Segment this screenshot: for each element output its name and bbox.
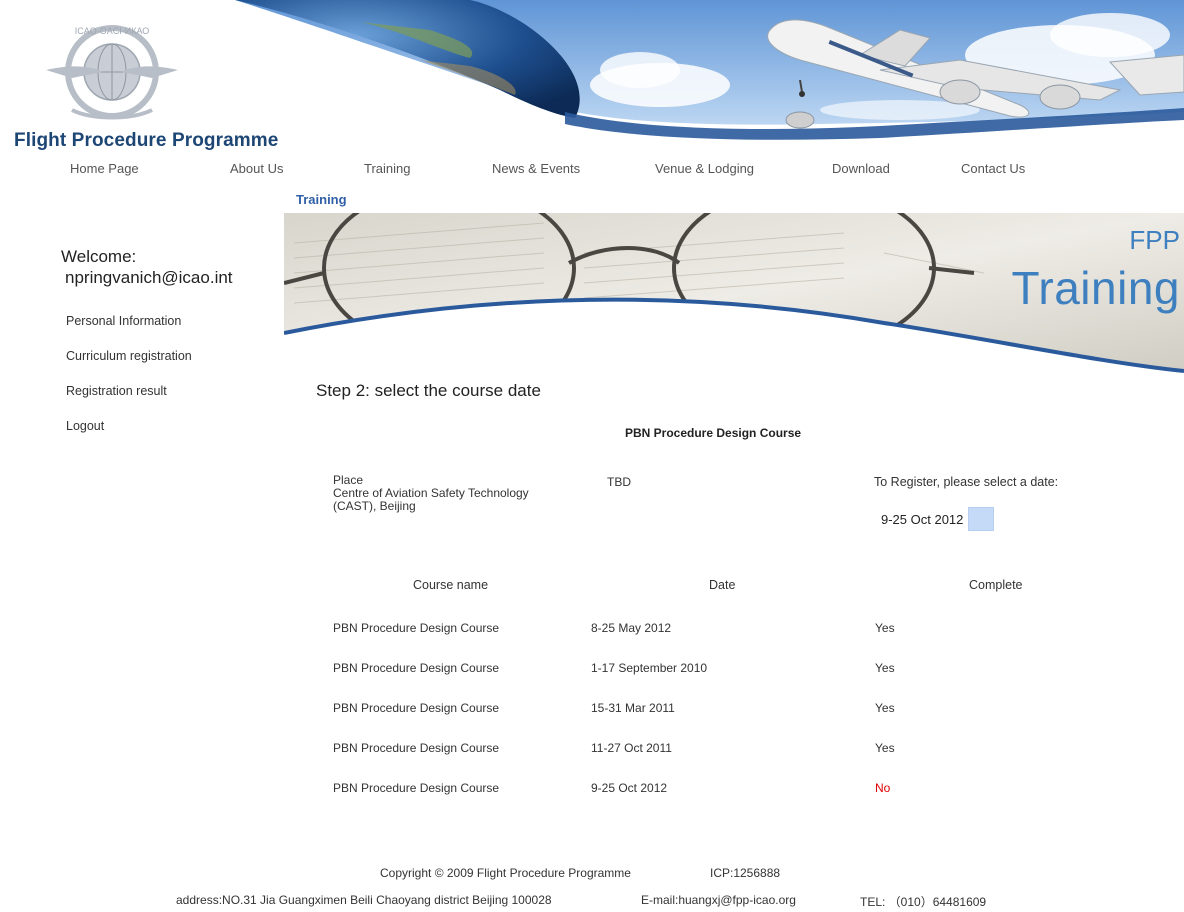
table-cell-course: PBN Procedure Design Course (333, 661, 500, 675)
table-header-course-name: Course name (413, 578, 489, 592)
sidebar-item-curriculum-registration[interactable]: Curriculum registration (66, 349, 192, 363)
user-email: npringvanich@icao.int (65, 268, 233, 287)
banner-training-text: Training (1011, 262, 1180, 314)
site-title: Flight Procedure Programme (14, 130, 279, 151)
icao-logo: ICAO·OACI·ИКАО (46, 25, 178, 120)
date-option-label[interactable]: 9-25 Oct 2012 (881, 512, 963, 527)
welcome-label: Welcome: (61, 247, 137, 266)
table-header-date: Date (709, 578, 736, 592)
sidebar-item-registration-result[interactable]: Registration result (66, 384, 167, 398)
place-line-2: (CAST), Beijing (333, 499, 416, 513)
table-cell-date: 9-25 Oct 2012 (591, 781, 668, 795)
table-cell-date: 11-27 Oct 2011 (591, 741, 672, 755)
footer-tel: TEL: （010）64481609 (860, 895, 987, 909)
welcome-message: Welcome: npringvanich@icao.int (61, 246, 233, 288)
nav-venue-lodging[interactable]: Venue & Lodging (655, 161, 754, 176)
table-cell-course: PBN Procedure Design Course (333, 741, 500, 755)
sidebar-item-personal-information[interactable]: Personal Information (66, 314, 181, 328)
sidebar-item-logout[interactable]: Logout (66, 419, 104, 433)
register-label: To Register, please select a date: (874, 475, 1059, 489)
training-banner: FPP Training (284, 213, 1184, 378)
site-header: ICAO·OACI·ИКАО Flight Procedure Programm… (0, 0, 1184, 160)
nav-news-events[interactable]: News & Events (492, 161, 580, 176)
footer-icp: ICP:1256888 (710, 866, 781, 880)
table-cell-course: PBN Procedure Design Course (333, 621, 500, 635)
course-title: PBN Procedure Design Course (625, 426, 802, 440)
nav-contact-us[interactable]: Contact Us (961, 161, 1025, 176)
breadcrumb: Training (296, 192, 347, 207)
date-option[interactable]: 9-25 Oct 2012 (881, 507, 995, 531)
table-cell-date: 8-25 May 2012 (591, 621, 672, 635)
table-cell-complete: Yes (875, 701, 895, 715)
nav-about-us[interactable]: About Us (230, 161, 283, 176)
table-cell-course: PBN Procedure Design Course (333, 701, 500, 715)
nav-home-page[interactable]: Home Page (70, 161, 139, 176)
date-select-button[interactable] (968, 507, 995, 531)
tbd-value: TBD (607, 475, 631, 489)
table-cell-complete: Yes (875, 661, 895, 675)
step-title: Step 2: select the course date (316, 381, 541, 400)
place-info: Place Centre of Aviation Safety Technolo… (333, 474, 583, 513)
footer-address: address:NO.31 Jia Guangximen Beili Chaoy… (176, 893, 552, 907)
table-cell-date: 15-31 Mar 2011 (591, 701, 675, 715)
nav-training[interactable]: Training (364, 161, 410, 176)
table-header-complete: Complete (969, 578, 1023, 592)
table-cell-complete: Yes (875, 621, 895, 635)
svg-text:ICAO·OACI·ИКАО: ICAO·OACI·ИКАО (75, 26, 150, 36)
nav-download[interactable]: Download (832, 161, 890, 176)
banner-fpp-text: FPP (1129, 225, 1180, 255)
main-nav: Home Page About Us Training News & Event… (0, 161, 1184, 181)
table-cell-course: PBN Procedure Design Course (333, 781, 500, 795)
table-cell-complete: No (875, 781, 891, 795)
footer-copyright: Copyright © 2009 Flight Procedure Progra… (380, 866, 631, 880)
footer-email[interactable]: E-mail:huangxj@fpp-icao.org (641, 893, 796, 907)
table-cell-complete: Yes (875, 741, 895, 755)
table-cell-date: 1-17 September 2010 (591, 661, 708, 675)
